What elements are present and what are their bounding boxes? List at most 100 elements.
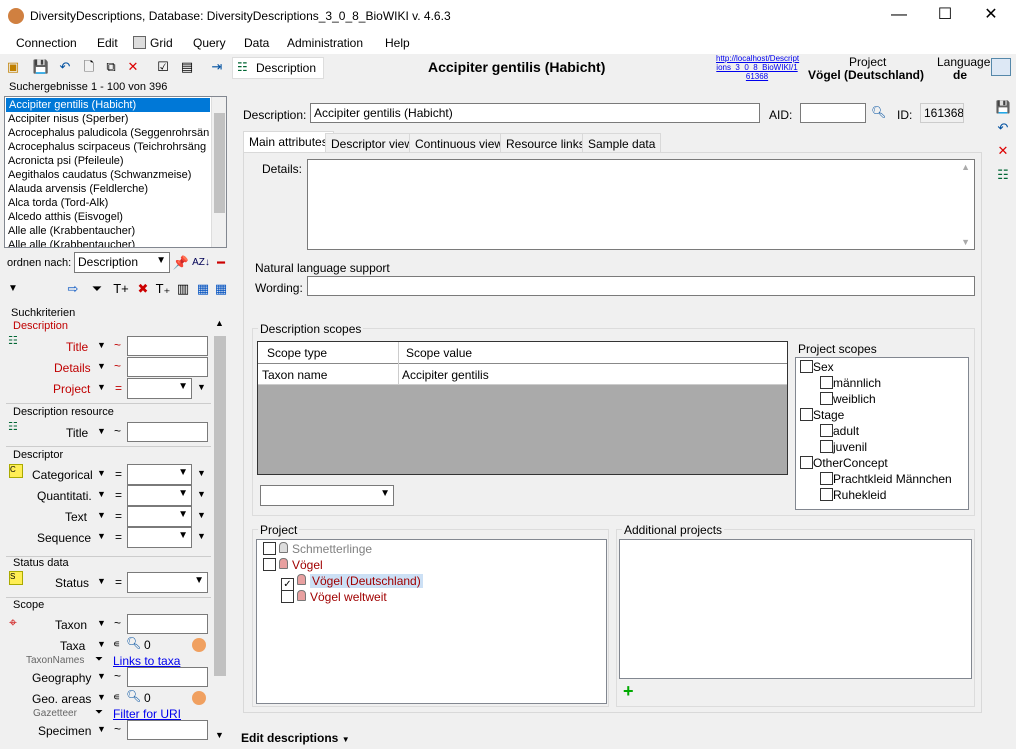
window-layout-icon[interactable]: [991, 58, 1011, 76]
checkbox[interactable]: [800, 456, 813, 469]
remove-icon[interactable]: ━: [210, 252, 232, 274]
operator-tilde[interactable]: ~: [114, 722, 121, 736]
checkbox[interactable]: [820, 376, 833, 389]
document-icon[interactable]: 🗋: [78, 56, 100, 78]
scroll-down-icon[interactable]: ▼: [215, 730, 224, 740]
project-node[interactable]: Vögel: [263, 558, 323, 574]
chevron-down-icon[interactable]: ▼: [97, 692, 106, 702]
list-item[interactable]: Accipiter gentilis (Habicht): [6, 98, 210, 112]
tree-node[interactable]: Sex: [800, 360, 834, 376]
operator-tilde[interactable]: ~: [114, 669, 121, 683]
specimen-input[interactable]: [127, 720, 208, 740]
chevron-down-icon[interactable]: ▼: [97, 510, 106, 520]
results-scrollbar[interactable]: [211, 97, 226, 247]
additional-projects-list[interactable]: [619, 539, 972, 679]
project-combo[interactable]: ▼: [127, 378, 192, 399]
list-item[interactable]: Alca torda (Tord-Alk): [5, 196, 226, 210]
sequence-combo[interactable]: ▼: [127, 527, 192, 548]
chevron-down-icon[interactable]: ▼: [97, 382, 106, 392]
project-node[interactable]: Schmetterlinge: [263, 542, 372, 558]
operator-equals[interactable]: =: [115, 575, 122, 589]
tree-node[interactable]: männlich: [820, 376, 881, 392]
project-tree[interactable]: Schmetterlinge Vögel ✓ Vögel (Deutschland) V…: [256, 539, 607, 704]
title-input[interactable]: [127, 336, 208, 356]
checkbox[interactable]: [263, 558, 276, 571]
res-title-input[interactable]: [127, 422, 208, 442]
taxon-input[interactable]: [127, 614, 208, 634]
menu-data[interactable]: Data: [244, 36, 269, 50]
table-row[interactable]: Taxon name Accipiter gentilis: [258, 364, 787, 385]
scopes-grid[interactable]: Scope type Scope value Taxon name Accipi…: [257, 341, 788, 475]
filter-icon[interactable]: ⏷: [86, 278, 108, 300]
delete-icon[interactable]: ✕: [122, 56, 144, 78]
categorical-combo[interactable]: ▼: [127, 464, 192, 485]
list-item[interactable]: Acrocephalus scirpaceus (Teichrohrsäng: [5, 140, 211, 154]
description-button[interactable]: ☷ Description: [232, 57, 324, 79]
chevron-down-icon[interactable]: ▼: [97, 639, 106, 649]
tab-resource-links[interactable]: Resource links: [500, 133, 591, 153]
text-combo[interactable]: ▼: [127, 506, 192, 527]
list-item[interactable]: Alauda arvensis (Feldlerche): [5, 182, 226, 196]
minimize-button[interactable]: —: [876, 0, 922, 32]
checkbox[interactable]: [820, 488, 833, 501]
operator-tilde[interactable]: ~: [114, 424, 121, 438]
operator-equals[interactable]: =: [115, 530, 122, 544]
list-item[interactable]: Acrocephalus paludicola (Seggenrohrsän: [5, 126, 211, 140]
tree-node[interactable]: Ruhekleid: [820, 488, 886, 504]
scroll-thumb[interactable]: [214, 113, 225, 213]
filter-remove-icon[interactable]: ✖: [132, 278, 154, 300]
list-item[interactable]: Accipiter nisus (Sperber): [5, 112, 226, 126]
filter-group-icon[interactable]: ▥: [172, 278, 194, 300]
operator-equals[interactable]: =: [115, 381, 122, 395]
scroll-up-icon[interactable]: ▲: [215, 318, 224, 328]
chevron-down-icon[interactable]: ▼: [97, 576, 106, 586]
project-node[interactable]: Vögel weltweit: [281, 590, 387, 606]
tab-continuous-view[interactable]: Continuous view: [409, 133, 510, 153]
list-item[interactable]: Alle alle (Krabbentaucher): [5, 238, 226, 247]
sort-az-icon[interactable]: AZ↓: [190, 252, 212, 274]
columns-alt-icon[interactable]: ▦: [210, 278, 232, 300]
menu-administration[interactable]: Administration: [287, 36, 363, 50]
chevron-down-icon[interactable]: ▼: [97, 361, 106, 371]
chevron-down-icon[interactable]: ▼: [97, 671, 106, 681]
scroll-thumb[interactable]: [214, 336, 226, 676]
project-node[interactable]: ✓ Vögel (Deutschland): [281, 574, 423, 591]
chevron-down-icon[interactable]: ▼: [97, 618, 106, 628]
list-tree-icon[interactable]: ☷: [992, 164, 1014, 186]
chevron-down-icon[interactable]: ▼: [97, 340, 106, 350]
chevron-down-icon[interactable]: ▼: [97, 426, 106, 436]
operator-tilde[interactable]: ~: [114, 338, 121, 352]
add-icon[interactable]: +: [623, 682, 634, 700]
web-link[interactable]: http://localhost/Descript ions_3_0_8_Bio…: [716, 54, 799, 81]
tree-node[interactable]: weiblich: [820, 392, 876, 408]
geography-input[interactable]: [127, 667, 208, 687]
operator-tilde[interactable]: ~: [114, 359, 121, 373]
copy-icon[interactable]: ⧉: [100, 56, 122, 78]
sort-combo[interactable]: Description ▼: [74, 252, 170, 273]
scroll-up-icon[interactable]: ▲: [961, 162, 970, 172]
chevron-down-icon[interactable]: ▼: [97, 531, 106, 541]
delete-icon[interactable]: ✕: [992, 140, 1014, 162]
tab-sample-data[interactable]: Sample data: [582, 133, 662, 153]
project-scopes-tree[interactable]: Sex männlich weiblich Stage adult juvenil Othe…: [795, 357, 969, 510]
checkbox[interactable]: [820, 472, 833, 485]
undo-icon[interactable]: ↶: [54, 56, 76, 78]
save-icon[interactable]: 💾: [992, 96, 1014, 118]
checkbox[interactable]: [800, 360, 813, 373]
list-icon[interactable]: ▤: [176, 56, 198, 78]
operator-equals[interactable]: =: [115, 488, 122, 502]
menu-connection[interactable]: Connection: [16, 36, 77, 50]
list-item[interactable]: Alcedo atthis (Eisvogel): [5, 210, 226, 224]
tab-descriptor-view[interactable]: Descriptor view: [325, 133, 420, 153]
description-input[interactable]: Accipiter gentilis (Habicht): [310, 103, 760, 123]
tree-node[interactable]: Stage: [800, 408, 844, 424]
operator-equals[interactable]: =: [115, 467, 122, 481]
pin-icon[interactable]: 📌: [170, 252, 192, 274]
filter-for-uri-link[interactable]: Filter for URI: [113, 707, 181, 721]
checkbox[interactable]: [263, 542, 276, 555]
filter-add-icon[interactable]: T+: [110, 278, 132, 300]
tree-node[interactable]: Prachtkleid Männchen: [820, 472, 952, 488]
tree-node[interactable]: adult: [820, 424, 859, 440]
operator-tilde[interactable]: ~: [114, 616, 121, 630]
edit-descriptions-button[interactable]: Edit descriptions ▼: [241, 731, 350, 745]
